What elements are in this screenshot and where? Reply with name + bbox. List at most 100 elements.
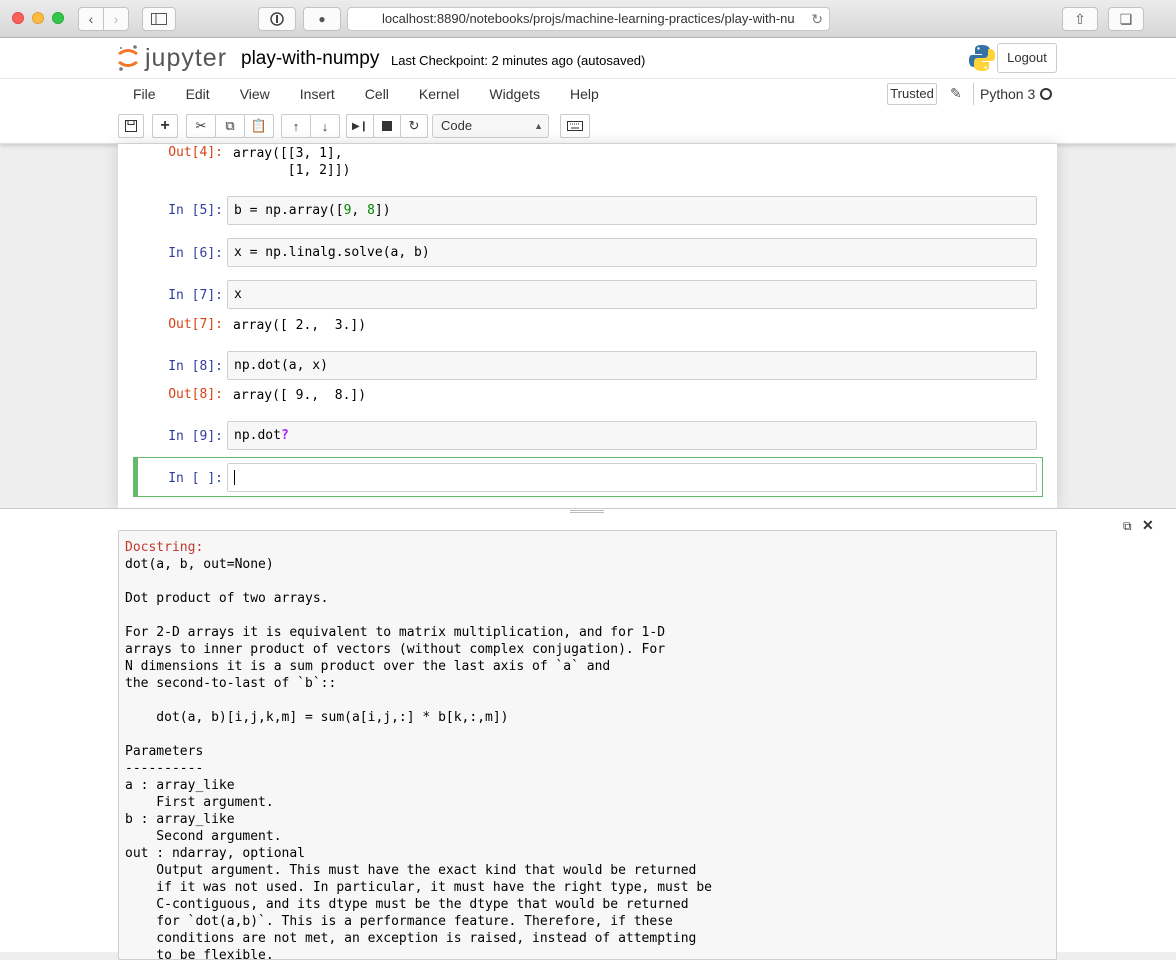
notebook-name[interactable]: play-with-numpy	[241, 48, 379, 70]
help-pager: ⧉ ✕ Docstring: dot(a, b, out=None) Dot p…	[0, 516, 1176, 960]
menu-file[interactable]: File	[118, 79, 171, 109]
input-prompt: In [6]:	[168, 246, 223, 261]
code-operator: ?	[280, 428, 289, 443]
code-number: 8	[367, 203, 375, 218]
cell-type-value: Code	[441, 118, 473, 133]
cell-output: array([[3, 1], [1, 2]])	[233, 146, 351, 178]
sidebar-icon	[151, 13, 167, 25]
code-cell-input[interactable]: x	[227, 280, 1037, 309]
trusted-badge[interactable]: Trusted	[887, 83, 937, 105]
step-forward-icon: ▶❙	[351, 120, 369, 132]
pager-content: Docstring: dot(a, b, out=None) Dot produ…	[118, 530, 1057, 960]
cell-output: array([ 2., 3.])	[233, 318, 367, 333]
jupyter-wordmark: jupyter	[145, 43, 228, 72]
interrupt-button[interactable]	[373, 114, 401, 138]
code-text: ,	[351, 203, 368, 218]
cut-button[interactable]: ✂	[186, 114, 216, 138]
output-prompt: Out[7]:	[168, 317, 223, 332]
menu-edit[interactable]: Edit	[171, 79, 225, 109]
kernel-name: Python 3	[980, 86, 1036, 102]
floppy-disk-icon	[125, 120, 137, 132]
reload-icon[interactable]: ↻	[811, 8, 823, 30]
sidebar-toggle-button[interactable]	[142, 7, 176, 31]
share-icon: ⇧	[1074, 10, 1086, 27]
save-button[interactable]	[118, 114, 144, 138]
arrow-down-icon: ↓	[321, 118, 329, 134]
input-prompt: In [7]:	[168, 288, 223, 303]
code-cell-input[interactable]: x = np.linalg.solve(a, b)	[227, 238, 1037, 267]
input-prompt: In [5]:	[168, 203, 223, 218]
close-icon[interactable]: ✕	[1142, 517, 1154, 534]
jupyter-logo[interactable]: jupyter	[117, 43, 227, 73]
arrow-up-icon: ↑	[292, 118, 300, 134]
code-cell-input[interactable]: np.dot?	[227, 421, 1037, 450]
copy-button[interactable]: ⧉	[215, 114, 245, 138]
pager-resize-handle[interactable]	[0, 508, 1176, 516]
command-palette-button[interactable]	[560, 114, 590, 138]
tabs-button[interactable]: ❏	[1108, 7, 1144, 31]
close-window-button[interactable]	[12, 12, 24, 24]
code-text: x	[234, 287, 242, 302]
kernel-divider	[973, 83, 974, 105]
cell-type-select[interactable]: Code ▲▼	[432, 114, 549, 153]
shield-icon	[270, 12, 284, 26]
chevron-right-icon: ›	[113, 11, 119, 27]
code-text: ])	[374, 203, 391, 218]
code-text: np.dot	[234, 428, 281, 443]
move-down-button[interactable]: ↓	[310, 114, 340, 138]
menu-cell[interactable]: Cell	[350, 79, 404, 109]
input-prompt: In [9]:	[168, 429, 223, 444]
code-text: x = np.linalg.solve(a, b)	[234, 245, 430, 260]
minimize-window-button[interactable]	[32, 12, 44, 24]
code-text: np.dot(a, x)	[234, 358, 328, 373]
docstring-header: Docstring:	[125, 540, 204, 555]
code-cell-input[interactable]: np.dot(a, x)	[227, 351, 1037, 380]
logout-button[interactable]: Logout	[997, 43, 1057, 73]
privacy-button[interactable]	[258, 7, 296, 31]
python-logo-icon	[969, 45, 995, 71]
maximize-window-button[interactable]	[52, 12, 64, 24]
url-text: localhost:8890/notebooks/projs/machine-l…	[382, 11, 795, 26]
keyboard-icon	[567, 121, 583, 131]
notebook-container: Out[4]: array([[3, 1], [1, 2]]) In [5]: …	[118, 144, 1057, 508]
share-button[interactable]: ⇧	[1062, 7, 1098, 31]
menu-view[interactable]: View	[225, 79, 285, 109]
jupyter-header: jupyter play-with-numpy Last Checkpoint:…	[0, 38, 1176, 153]
menu-kernel[interactable]: Kernel	[404, 79, 474, 109]
chevron-left-icon: ‹	[88, 11, 94, 27]
docstring-body: dot(a, b, out=None) Dot product of two a…	[125, 557, 712, 960]
scissors-icon: ✂	[195, 118, 207, 133]
forward-button[interactable]: ›	[103, 7, 129, 31]
kernel-idle-indicator	[1040, 88, 1052, 100]
run-button[interactable]: ▶❙	[346, 114, 374, 138]
plus-icon: +	[160, 117, 170, 134]
menu-insert[interactable]: Insert	[285, 79, 350, 109]
code-cell-input[interactable]: b = np.array([9, 8])	[227, 196, 1037, 225]
insert-cell-button[interactable]: +	[152, 114, 178, 138]
code-text: b = np.array([	[234, 203, 344, 218]
checkpoint-status: Last Checkpoint: 2 minutes ago (autosave…	[391, 53, 646, 68]
paste-button[interactable]: 📋	[244, 114, 274, 138]
elephant-icon: ●	[318, 12, 326, 26]
browser-toolbar: ‹ › ● localhost:8890/notebooks/projs/mac…	[0, 0, 1176, 38]
input-prompt: In [8]:	[168, 359, 223, 374]
grip-icon	[570, 510, 604, 513]
paste-icon: 📋	[250, 118, 268, 133]
input-prompt: In [ ]:	[168, 471, 223, 486]
move-up-button[interactable]: ↑	[281, 114, 311, 138]
address-bar[interactable]: localhost:8890/notebooks/projs/machine-l…	[347, 7, 830, 31]
menu-widgets[interactable]: Widgets	[474, 79, 555, 109]
menu-help[interactable]: Help	[555, 79, 614, 109]
pencil-icon[interactable]: ✎	[950, 85, 962, 102]
text-cursor	[234, 470, 235, 485]
jupyter-logo-icon	[118, 45, 138, 71]
active-code-input[interactable]	[227, 463, 1037, 492]
cell-output: array([ 9., 8.])	[233, 388, 367, 403]
back-button[interactable]: ‹	[78, 7, 104, 31]
restart-button[interactable]: ↻	[400, 114, 428, 138]
extension-button[interactable]: ●	[303, 7, 341, 31]
tabs-icon: ❏	[1119, 10, 1133, 27]
refresh-icon: ↻	[408, 118, 420, 133]
output-prompt: Out[4]:	[168, 145, 223, 160]
popout-icon[interactable]: ⧉	[1123, 519, 1132, 534]
